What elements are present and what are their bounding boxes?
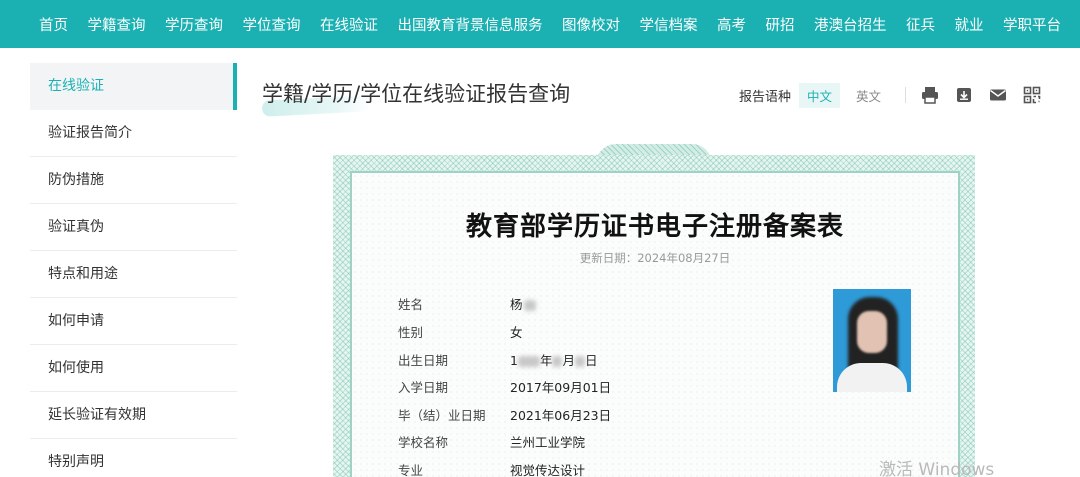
sidebar-item-extend-validity[interactable]: 延长验证有效期: [30, 392, 237, 439]
nav-overseas[interactable]: 出国教育背景信息服务: [398, 14, 543, 35]
sidebar-item-online-verify[interactable]: 在线验证: [30, 63, 237, 110]
birth-date-value: 1 年月日: [510, 350, 598, 369]
nav-online-verify[interactable]: 在线验证: [320, 14, 378, 35]
nav-degree-record[interactable]: 学历查询: [165, 14, 223, 35]
nav-image-check[interactable]: 图像校对: [562, 14, 620, 35]
windows-activation-watermark: 激活 Windows: [879, 460, 995, 477]
sidebar-item-statement[interactable]: 特别声明: [30, 439, 237, 477]
student-photo: [833, 289, 911, 392]
redacted-blur: [517, 356, 540, 367]
nav-home[interactable]: 首页: [39, 14, 68, 35]
sidebar-item-how-use[interactable]: 如何使用: [30, 345, 237, 392]
graduation-date-value: 2021年06月23日: [510, 408, 612, 423]
name-label: 姓名: [398, 297, 424, 312]
name-value: 杨: [510, 294, 536, 313]
page-title: 学籍/学历/学位在线验证报告查询: [262, 82, 571, 106]
enroll-date-value: 2017年09月01日: [510, 380, 612, 395]
major-value: 视觉传达设计: [510, 463, 586, 477]
major-label: 专业: [398, 463, 424, 477]
certificate-update-date: 更新日期：2024年08月27日: [579, 251, 731, 265]
nav-student-status[interactable]: 学籍查询: [88, 14, 146, 35]
sidebar-item-how-apply[interactable]: 如何申请: [30, 298, 237, 345]
birth-part-3: 月: [562, 353, 575, 368]
nav-postgrad[interactable]: 研招: [766, 14, 795, 35]
sidebar-item-report-intro[interactable]: 验证报告简介: [30, 110, 237, 157]
birth-part-1: 1: [510, 353, 518, 368]
lang-zh-button[interactable]: 中文: [799, 82, 841, 108]
school-name-label: 学校名称: [398, 435, 449, 450]
top-nav: 首页 学籍查询 学历查询 学位查询 在线验证 出国教育背景信息服务 图像校对 学…: [0, 0, 1080, 48]
mail-icon[interactable]: [988, 85, 1008, 105]
nav-degree[interactable]: 学位查询: [243, 14, 301, 35]
nav-hk-macau-tw[interactable]: 港澳台招生: [814, 14, 887, 35]
gender-label: 性别: [398, 325, 424, 340]
print-icon[interactable]: [920, 85, 940, 105]
download-icon[interactable]: [954, 85, 974, 105]
nav-career-platform[interactable]: 学职平台: [1003, 14, 1061, 35]
gender-value: 女: [510, 325, 523, 340]
report-toolbar: 报告语种 中文 英文: [739, 82, 1056, 108]
photo-shirt: [837, 363, 907, 392]
school-name-value: 兰州工业学院: [510, 435, 586, 450]
enroll-date-label: 入学日期: [398, 380, 449, 395]
birth-part-4: 日: [584, 353, 598, 368]
sidebar-item-verify-authentic[interactable]: 验证真伪: [30, 204, 237, 251]
birth-part-2: 年: [539, 353, 553, 368]
sidebar: 在线验证 验证报告简介 防伪措施 验证真伪 特点和用途 如何申请 如何使用 延长…: [30, 63, 237, 477]
redacted-blur: [523, 300, 536, 311]
nav-employment[interactable]: 就业: [955, 14, 984, 35]
nav-military[interactable]: 征兵: [906, 14, 935, 35]
report-language-label: 报告语种: [739, 89, 792, 105]
birth-date-label: 出生日期: [398, 353, 449, 368]
redacted-blur: [574, 356, 585, 367]
qr-code-icon[interactable]: [1022, 85, 1042, 105]
graduation-date-label: 毕（结）业日期: [398, 408, 486, 423]
lang-en-button[interactable]: 英文: [848, 83, 889, 108]
photo-face-blurred: [857, 311, 887, 353]
toolbar-divider: [905, 87, 907, 103]
certificate-title: 教育部学历证书电子注册备案表: [465, 212, 844, 242]
sidebar-item-anti-fake[interactable]: 防伪措施: [30, 157, 237, 204]
nav-archive[interactable]: 学信档案: [640, 14, 698, 35]
name-value-text: 杨: [510, 297, 523, 312]
redacted-blur: [552, 356, 563, 367]
nav-gaokao[interactable]: 高考: [717, 14, 746, 35]
sidebar-item-features[interactable]: 特点和用途: [30, 251, 237, 298]
